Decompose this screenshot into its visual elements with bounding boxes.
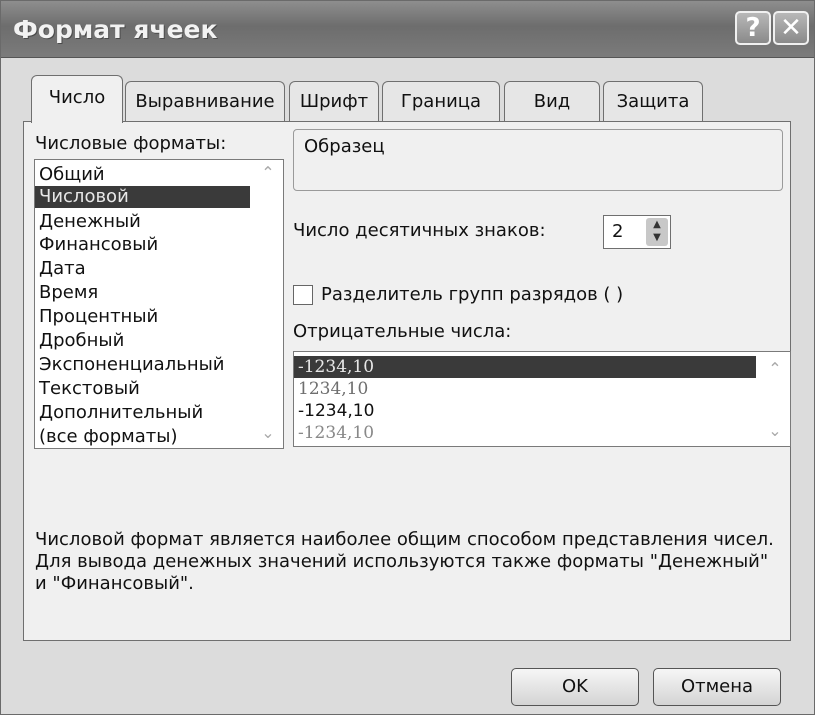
ok-button[interactable]: OK [511, 668, 639, 706]
negative-item[interactable]: -1234,10 [294, 400, 756, 422]
arrow-down-icon[interactable]: ▼ [646, 231, 668, 244]
tab-alignment-label: Выравнивание [135, 91, 275, 112]
category-item[interactable]: (все форматы) [35, 426, 250, 448]
tab-protection-label: Защита [616, 91, 690, 112]
close-button[interactable]: ✕ [773, 11, 809, 45]
ok-label: OK [562, 676, 588, 697]
category-item[interactable]: Общий [35, 164, 250, 186]
tab-font[interactable]: Шрифт [289, 81, 379, 121]
negative-format-list[interactable]: -1234,10 1234,10 -1234,10 -1234,10 ⌃ ⌄ [293, 351, 791, 447]
category-item[interactable]: Дробный [35, 330, 250, 352]
sample-box: Образец [293, 129, 783, 191]
close-icon: ✕ [780, 13, 802, 43]
cancel-label: Отмена [680, 676, 754, 697]
dialog-title: Формат ячеек [13, 15, 218, 44]
title-bar: Формат ячеек ? ✕ [1, 1, 814, 58]
decimals-label: Число десятичных знаков: [293, 220, 546, 241]
cancel-button[interactable]: Отмена [653, 668, 781, 706]
sample-label: Образец [304, 136, 385, 157]
chevron-up-icon[interactable]: ⌃ [766, 360, 784, 378]
tab-fill[interactable]: Вид [504, 81, 600, 121]
format-cells-dialog: Формат ячеек ? ✕ Число Выравнивание Шриф… [0, 0, 815, 715]
category-item[interactable]: Денежный [35, 211, 250, 233]
negative-item-selected[interactable]: -1234,10 [294, 356, 756, 378]
help-icon: ? [745, 13, 761, 43]
decimals-value: 2 [612, 221, 624, 242]
format-description: Числовой формат является наиболее общим … [35, 529, 774, 594]
category-item[interactable]: Дата [35, 258, 250, 280]
category-item[interactable]: Время [35, 282, 250, 304]
category-item-selected[interactable]: Числовой [35, 186, 250, 208]
tab-border[interactable]: Граница [382, 81, 500, 121]
negative-label: Отрицательные числа: [293, 321, 512, 342]
category-item[interactable]: Процентный [35, 306, 250, 328]
help-button[interactable]: ? [735, 11, 771, 45]
tab-border-label: Граница [400, 91, 482, 112]
category-list[interactable]: Общий Числовой Денежный Финансовый Дата … [34, 159, 284, 449]
category-item[interactable]: Текстовый [35, 378, 250, 400]
negative-item[interactable]: -1234,10 [294, 422, 756, 444]
separator-checkbox[interactable] [293, 285, 313, 305]
category-item[interactable]: Экспоненциальный [35, 354, 250, 376]
tab-font-label: Шрифт [299, 91, 369, 112]
chevron-down-icon[interactable]: ⌄ [766, 422, 784, 440]
tab-alignment[interactable]: Выравнивание [125, 81, 285, 121]
negative-item[interactable]: 1234,10 [294, 378, 756, 400]
category-item[interactable]: Финансовый [35, 234, 250, 256]
tab-number-label: Число [48, 87, 106, 108]
stepper-arrows[interactable]: ▲ ▼ [646, 218, 668, 246]
tab-protection[interactable]: Защита [603, 81, 703, 121]
arrow-up-icon[interactable]: ▲ [646, 218, 668, 231]
chevron-up-icon[interactable]: ⌃ [259, 164, 277, 182]
tab-fill-label: Вид [533, 91, 571, 112]
decimals-stepper[interactable]: 2 ▲ ▼ [603, 215, 671, 249]
separator-label[interactable]: Разделитель групп разрядов ( ) [321, 284, 623, 305]
category-item[interactable]: Дополнительный [35, 402, 250, 424]
tab-number[interactable]: Число [31, 75, 123, 123]
chevron-down-icon[interactable]: ⌄ [259, 424, 277, 442]
category-label: Числовые форматы: [35, 133, 227, 154]
